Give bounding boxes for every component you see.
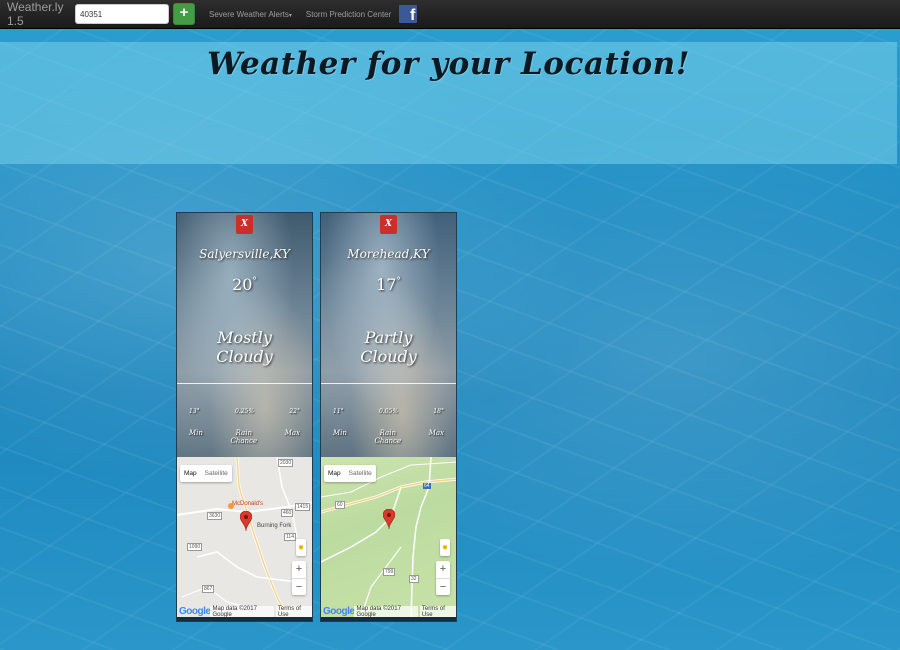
condition-line-1: Partly xyxy=(364,328,413,347)
close-card-button[interactable]: X xyxy=(380,215,397,234)
map-type-satellite[interactable]: Satellite xyxy=(345,465,376,482)
route-label: 32 xyxy=(409,575,419,583)
rain-label-line-2: Chance xyxy=(230,437,258,445)
facebook-icon[interactable]: f xyxy=(399,5,418,24)
google-logo: Google xyxy=(323,606,355,617)
divider xyxy=(321,383,456,384)
map-type-satellite[interactable]: Satellite xyxy=(201,465,232,482)
divider xyxy=(177,383,312,384)
route-label: 799 xyxy=(383,568,396,576)
map-type-control: Map Satellite xyxy=(324,465,376,482)
terms-of-use-link[interactable]: Terms of Use xyxy=(419,605,456,617)
zip-input[interactable] xyxy=(75,4,169,24)
google-logo: Google xyxy=(179,606,211,617)
stats-labels: Min Rain Chance Max xyxy=(321,429,456,445)
location-map[interactable]: Map Satellite McDonald's Burning Fork 20… xyxy=(177,457,312,617)
brand-link[interactable]: Weather.ly 1.5 xyxy=(7,0,71,28)
degree-symbol: ° xyxy=(396,276,401,287)
rain-chance-value: 0.25% xyxy=(234,408,255,415)
max-temp-value: 22° xyxy=(289,408,300,415)
terms-of-use-link[interactable]: Terms of Use xyxy=(275,605,312,617)
map-footer: Google Map data ©2017 Google Terms of Us… xyxy=(177,605,312,617)
route-label: 1415 xyxy=(295,503,311,511)
storm-prediction-center-link[interactable]: Storm Prediction Center xyxy=(306,10,391,19)
street-view-pegman-icon[interactable]: ● xyxy=(296,539,306,556)
weather-condition: Mostly Cloudy xyxy=(177,328,312,366)
route-label: 867 xyxy=(202,585,215,593)
degree-symbol: ° xyxy=(252,276,257,287)
restaurant-icon xyxy=(228,503,234,509)
zoom-in-button[interactable]: + xyxy=(436,561,450,578)
zoom-control: + − xyxy=(292,561,306,595)
map-attribution: Map data ©2017 Google xyxy=(210,605,274,617)
rain-chance-value: 0.05% xyxy=(378,408,399,415)
severe-weather-alerts-dropdown[interactable]: Severe Weather Alerts▾ xyxy=(209,10,292,19)
city-name: Salyersville,KY xyxy=(199,247,290,261)
zoom-out-button[interactable]: − xyxy=(436,579,450,596)
map-pin-icon[interactable] xyxy=(383,509,395,529)
map-type-map[interactable]: Map xyxy=(324,465,345,482)
stats-values: 13° 0.25% 22° xyxy=(177,408,312,415)
min-temp-value: 13° xyxy=(189,408,200,415)
condition-line-2: Cloudy xyxy=(216,347,273,366)
route-label: 60 xyxy=(335,501,345,509)
condition-line-1: Mostly xyxy=(217,328,272,347)
map-type-control: Map Satellite xyxy=(180,465,232,482)
rain-label-line-1: Rain xyxy=(379,429,396,437)
stats-values: 11° 0.05% 18° xyxy=(321,408,456,415)
card-footer xyxy=(177,617,312,621)
max-temp-value: 18° xyxy=(433,408,444,415)
zoom-in-button[interactable]: + xyxy=(292,561,306,578)
min-label: Min xyxy=(189,429,203,437)
map-footer: Google Map data ©2017 Google Terms of Us… xyxy=(321,605,456,617)
route-label: 1090 xyxy=(187,543,203,551)
severe-weather-alerts-label: Severe Weather Alerts xyxy=(209,9,289,19)
condition-line-2: Cloudy xyxy=(360,347,417,366)
min-temp-value: 11° xyxy=(333,408,344,415)
weather-card-morehead: X Morehead,KY 17° Partly Cloudy 11° 0.05%… xyxy=(320,212,457,622)
current-temperature: 17° xyxy=(321,275,456,294)
close-card-button[interactable]: X xyxy=(236,215,253,234)
route-label: 3630 xyxy=(207,512,223,520)
street-view-pegman-icon[interactable]: ● xyxy=(440,539,450,556)
card-footer xyxy=(321,617,456,621)
rain-chance-label: Rain Chance xyxy=(373,429,403,445)
burning-fork-label: Burning Fork xyxy=(257,523,292,529)
rain-label-line-1: Rain xyxy=(235,429,252,437)
rain-chance-label: Rain Chance xyxy=(229,429,259,445)
route-label: 460 xyxy=(281,509,294,517)
map-pin-icon[interactable] xyxy=(240,511,252,531)
weather-condition: Partly Cloudy xyxy=(321,328,456,366)
temperature-value: 20 xyxy=(232,275,253,294)
mcdonalds-label: McDonald's xyxy=(232,501,264,507)
interstate-shield: 64 xyxy=(423,483,431,489)
max-label: Max xyxy=(284,429,300,437)
map-type-map[interactable]: Map xyxy=(180,465,201,482)
navbar: Weather.ly 1.5 + Severe Weather Alerts▾ … xyxy=(0,0,900,29)
max-label: Max xyxy=(428,429,444,437)
stats-labels: Min Rain Chance Max xyxy=(177,429,312,445)
zoom-control: + − xyxy=(436,561,450,595)
temperature-value: 17 xyxy=(376,275,397,294)
city-name: Morehead,KY xyxy=(347,247,430,261)
route-label: 114 xyxy=(284,533,296,541)
location-map[interactable]: Map Satellite 64 60 32 799 ● + − Google … xyxy=(321,457,456,617)
map-attribution: Map data ©2017 Google xyxy=(354,605,418,617)
rain-label-line-2: Chance xyxy=(374,437,402,445)
weather-card-salyersville: X Salyersville,KY 20° Mostly Cloudy 13° 0… xyxy=(176,212,313,622)
add-location-button[interactable]: + xyxy=(173,3,195,25)
zoom-out-button[interactable]: − xyxy=(292,579,306,596)
chevron-down-icon: ▾ xyxy=(288,12,292,19)
route-label: 2030 xyxy=(278,459,294,467)
current-temperature: 20° xyxy=(177,275,312,294)
page-title: Weather for your Location! xyxy=(207,46,690,82)
min-label: Min xyxy=(333,429,347,437)
